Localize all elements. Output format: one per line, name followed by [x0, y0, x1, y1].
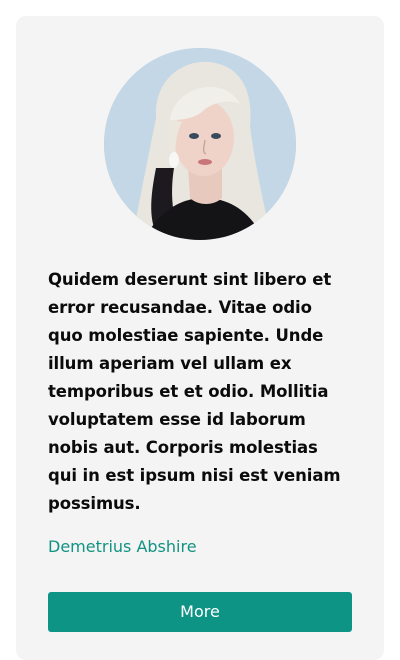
avatar-image — [104, 48, 296, 240]
author-name: Demetrius Abshire — [48, 537, 197, 556]
more-button[interactable]: More — [48, 592, 352, 632]
testimonial-card: Quidem deserunt sint libero et error rec… — [16, 16, 384, 660]
testimonial-quote: Quidem deserunt sint libero et error rec… — [48, 270, 341, 513]
avatar — [104, 48, 296, 240]
